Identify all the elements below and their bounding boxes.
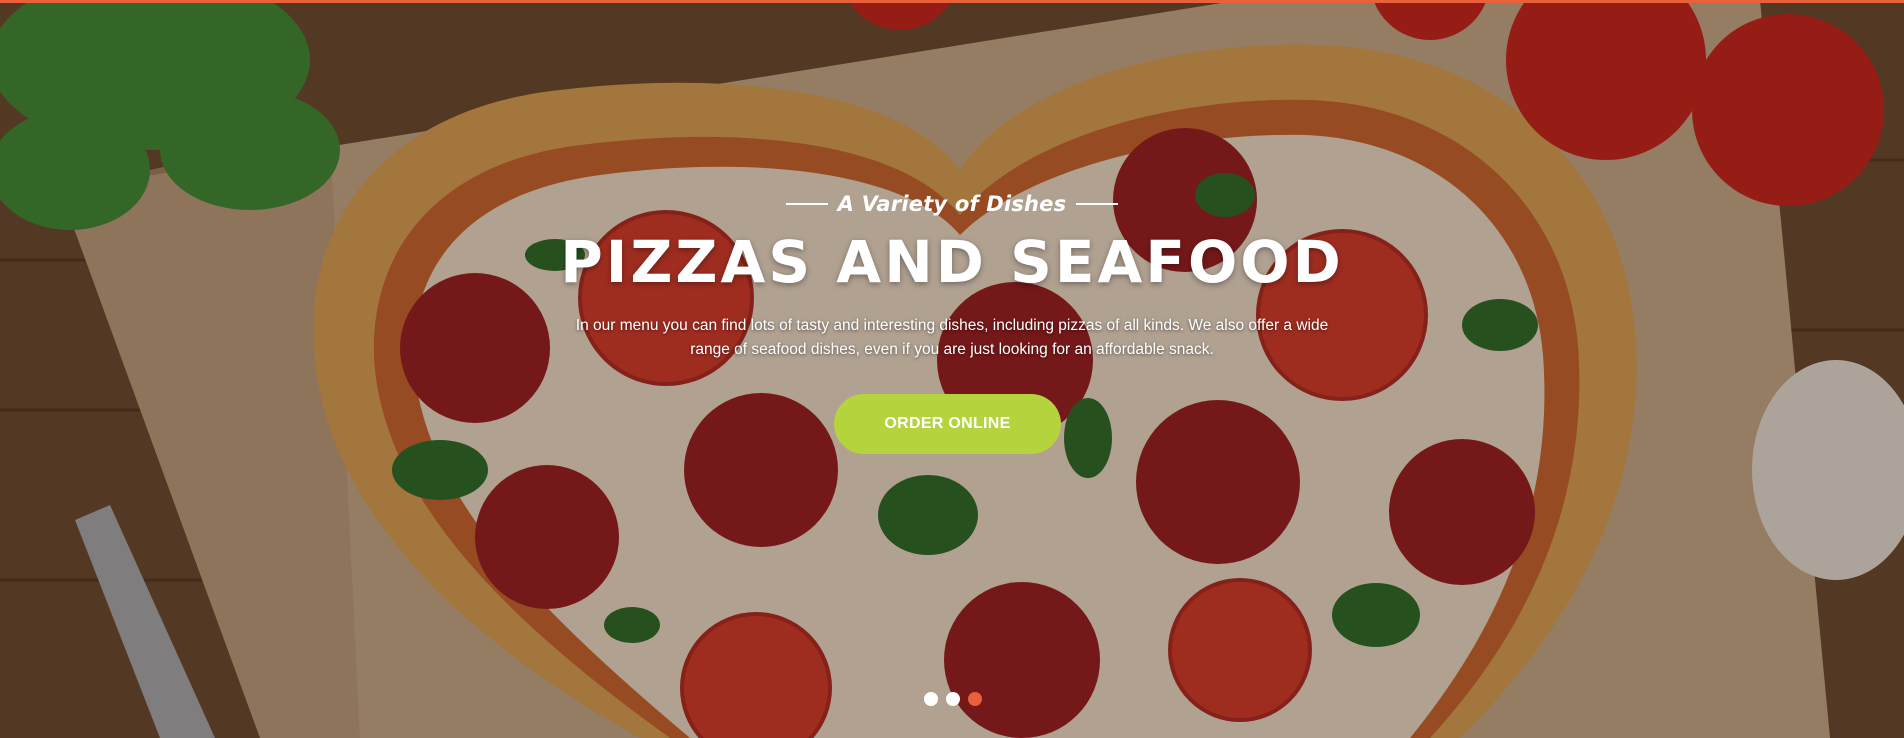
hero-description: In our menu you can find lots of tasty a…: [575, 317, 1329, 358]
slider-pagination: [924, 692, 982, 706]
subtitle-rule-right: [1076, 203, 1119, 205]
hero-title: PIZZAS AND SEAFOOD: [560, 228, 1344, 296]
hero-slider: A Variety of Dishes PIZZAS AND SEAFOOD I…: [0, 0, 1904, 738]
slider-dot-2[interactable]: [946, 692, 960, 706]
slider-dot-1[interactable]: [924, 692, 938, 706]
hero-subtitle: A Variety of Dishes: [0, 192, 1904, 216]
subtitle-rule-left: [785, 203, 828, 205]
accent-top-bar: [0, 0, 1904, 3]
slider-dot-3[interactable]: [968, 692, 982, 706]
hero-subtitle-text: A Variety of Dishes: [837, 192, 1067, 216]
order-online-button[interactable]: ORDER ONLINE: [834, 394, 1061, 454]
hero-content: A Variety of Dishes PIZZAS AND SEAFOOD I…: [0, 0, 1904, 738]
